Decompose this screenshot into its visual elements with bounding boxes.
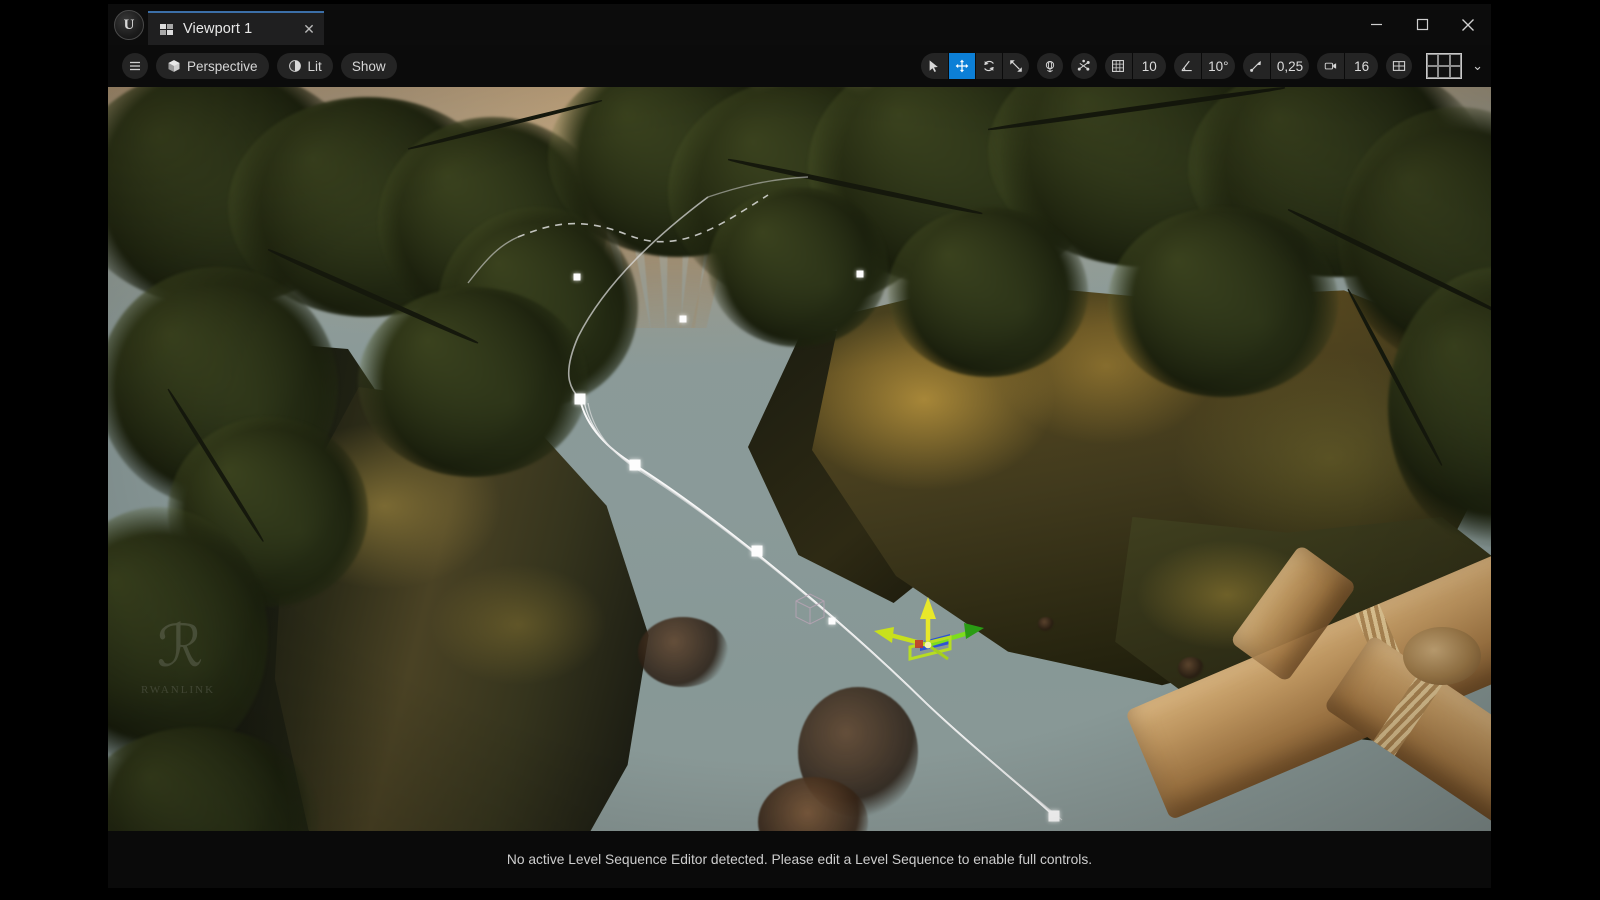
select-tool-button[interactable] [921, 53, 948, 79]
camera-mode-label: Perspective [187, 59, 258, 74]
rotate-tool-button[interactable] [975, 53, 1002, 79]
keyframe-marker [575, 394, 586, 405]
keyframe-marker [630, 460, 641, 471]
keyframe-marker [1049, 811, 1060, 822]
keyframe-marker [574, 274, 581, 281]
viewport-layout-icon [160, 24, 174, 35]
status-bar: No active Level Sequence Editor detected… [108, 831, 1491, 888]
camera-speed-group: 16 [1317, 53, 1378, 79]
grid-snap-value[interactable]: 10 [1132, 53, 1166, 79]
grid-snap-icon [1111, 59, 1125, 73]
scale-snap-toggle[interactable] [1243, 53, 1270, 79]
view-mode-button[interactable]: Lit [277, 53, 333, 79]
translate-tool-button[interactable] [948, 53, 975, 79]
grid-snap-toggle[interactable] [1105, 53, 1132, 79]
angle-snap-toggle[interactable] [1174, 53, 1201, 79]
view-mode-label: Lit [308, 59, 322, 74]
watermark-mark: ℛ [157, 618, 199, 676]
transform-tools-group [921, 53, 1029, 79]
minimize-icon[interactable] [1353, 4, 1399, 45]
close-icon[interactable]: ✕ [298, 18, 320, 40]
keyframe-marker [857, 271, 864, 278]
angle-snap-group: 10° [1174, 53, 1235, 79]
level-viewport[interactable]: ℛ RWANLINK [108, 87, 1491, 831]
scale-snap-icon [1249, 59, 1263, 73]
grid-snap-group: 10 [1105, 53, 1166, 79]
keyframe-marker [680, 316, 687, 323]
watermark-text: RWANLINK [141, 684, 215, 696]
scale-snap-group: 0,25 [1243, 53, 1309, 79]
tab-label: Viewport 1 [183, 21, 252, 37]
lit-sphere-icon [288, 59, 302, 73]
scale-snap-value[interactable]: 0,25 [1270, 53, 1309, 79]
viewport-toolbar: Perspective Lit Show [108, 45, 1491, 87]
tab-viewport-1[interactable]: Viewport 1 ✕ [148, 11, 324, 45]
camera-mode-button[interactable]: Perspective [156, 53, 269, 79]
scale-tool-button[interactable] [1002, 53, 1029, 79]
close-window-icon[interactable] [1445, 4, 1491, 45]
surface-snapping-button[interactable] [1071, 53, 1097, 79]
watermark: ℛ RWANLINK [108, 587, 248, 727]
show-menu-button[interactable]: Show [341, 53, 397, 79]
layout-grid-preview-icon[interactable] [1426, 53, 1462, 79]
surface-snap-icon [1077, 59, 1091, 73]
camera-speed-icon [1324, 59, 1338, 73]
perspective-cube-icon [167, 59, 181, 73]
unreal-engine-logo: U [114, 10, 144, 40]
camera-speed-value[interactable]: 16 [1344, 53, 1378, 79]
move-arrows-icon [955, 59, 969, 73]
show-menu-label: Show [352, 59, 386, 74]
rotate-icon [982, 59, 996, 73]
maximize-icon[interactable] [1399, 4, 1445, 45]
title-bar: U Viewport 1 ✕ [108, 4, 1491, 45]
coordinate-system-button[interactable] [1037, 53, 1063, 79]
viewport-grid-icon [1392, 59, 1406, 73]
spline-keyframes [108, 87, 1491, 831]
angle-snap-icon [1180, 59, 1194, 73]
camera-speed-toggle[interactable] [1317, 53, 1344, 79]
hamburger-menu-icon[interactable] [122, 53, 148, 79]
status-message: No active Level Sequence Editor detected… [507, 852, 1092, 867]
viewport-window: U Viewport 1 ✕ [108, 4, 1491, 888]
keyframe-marker [752, 546, 763, 557]
cursor-arrow-icon [927, 59, 941, 73]
window-controls [1353, 4, 1491, 45]
globe-axis-icon [1043, 59, 1057, 73]
viewport-options-button[interactable] [1386, 53, 1412, 79]
angle-snap-value[interactable]: 10° [1201, 53, 1235, 79]
scale-icon [1009, 59, 1023, 73]
actor-wireframe-bounds-icon [788, 587, 832, 631]
chevron-down-icon[interactable]: ⌄ [1472, 58, 1483, 74]
